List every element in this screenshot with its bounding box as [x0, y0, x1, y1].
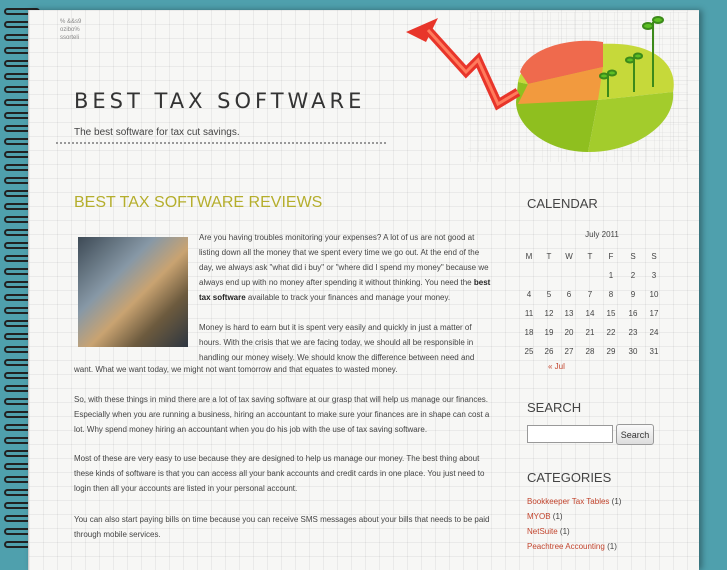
category-item: MYOB (1) — [527, 509, 621, 524]
calendar-day: 14 — [585, 309, 595, 318]
search-button[interactable]: Search — [616, 424, 654, 445]
calendar-day: 26 — [544, 347, 554, 356]
post-text: available to track your finances and man… — [245, 293, 451, 302]
calendar-day-header: F — [608, 252, 614, 261]
header-scribble: % &&s9 ozibo% ssorteli — [60, 18, 81, 42]
calendar-day: 28 — [585, 347, 595, 356]
calendar-day: 25 — [524, 347, 534, 356]
calendar-day: 22 — [606, 328, 616, 337]
calendar-day-header: T — [546, 252, 552, 261]
category-item: NetSuite (1) — [527, 524, 621, 539]
search-title: SEARCH — [527, 400, 582, 415]
calendar-day: 16 — [628, 309, 638, 318]
post-text: Are you having troubles monitoring your … — [199, 233, 489, 287]
scribble-line: % &&s9 — [60, 19, 82, 25]
categories-list: Bookkeeper Tax Tables (1) MYOB (1) NetSu… — [527, 494, 621, 554]
calendar-day-header: M — [525, 252, 533, 261]
calendar-day: 15 — [606, 309, 616, 318]
calendar-day: 20 — [564, 328, 574, 337]
category-link[interactable]: Peachtree Accounting — [527, 542, 605, 551]
calendar-day: 7 — [587, 290, 593, 299]
calendar-day: 8 — [608, 290, 614, 299]
calendar-day: 21 — [585, 328, 595, 337]
pie-chart-with-rising-arrow-icon — [406, 12, 688, 162]
calendar-day: 30 — [628, 347, 638, 356]
category-item: Bookkeeper Tax Tables (1) — [527, 494, 621, 509]
calendar-day: 17 — [649, 309, 659, 318]
calendar-day: 12 — [544, 309, 554, 318]
search-input[interactable] — [527, 425, 613, 443]
calendar-day-header: S — [651, 252, 657, 261]
calendar-day: 27 — [564, 347, 574, 356]
post-paragraph: Most of these are very easy to use becau… — [74, 454, 485, 493]
category-count: (1) — [552, 512, 563, 521]
calendar-day-header: T — [587, 252, 593, 261]
calendar-day-header: S — [630, 252, 636, 261]
category-count: (1) — [559, 527, 570, 536]
calendar-caption: July 2011 — [585, 230, 619, 239]
calendar-day: 6 — [566, 290, 572, 299]
post-paragraph: Money is hard to earn but it is spent ve… — [199, 323, 475, 362]
calendar-day: 2 — [630, 271, 636, 280]
calendar-day: 13 — [564, 309, 574, 318]
calendar-day: 29 — [606, 347, 616, 356]
category-link[interactable]: NetSuite — [527, 527, 558, 536]
money-stack-photo — [78, 237, 188, 347]
site-tagline: The best software for tax cut savings. — [74, 127, 240, 138]
scribble-line: ssorteli — [60, 35, 80, 41]
post-title[interactable]: BEST TAX SOFTWARE REVIEWS — [74, 194, 322, 212]
calendar-day: 19 — [544, 328, 554, 337]
calendar-day: 11 — [524, 309, 534, 318]
calendar-day: 9 — [630, 290, 636, 299]
category-link[interactable]: Bookkeeper Tax Tables — [527, 497, 609, 506]
category-count: (1) — [607, 542, 617, 551]
category-count: (1) — [611, 497, 622, 506]
calendar-prev-link[interactable]: « Jul — [548, 362, 565, 371]
calendar-day: 1 — [608, 271, 614, 280]
calendar-day: 23 — [628, 328, 638, 337]
site-title[interactable]: BEST TAX SOFTWARE — [74, 89, 365, 113]
header-divider — [56, 142, 386, 144]
post-paragraph: Are you having troubles monitoring your … — [199, 230, 494, 305]
calendar-day: 5 — [546, 290, 552, 299]
calendar-day: 31 — [649, 347, 659, 356]
calendar-title: CALENDAR — [527, 196, 598, 211]
post-paragraph: want. What we want today, we might not w… — [74, 365, 398, 374]
post-paragraph: So, with these things in mind there are … — [74, 395, 490, 434]
post-paragraph: You can also start paying bills on time … — [74, 515, 490, 539]
calendar-day: 3 — [651, 271, 657, 280]
calendar-day: 10 — [649, 290, 659, 299]
categories-title: CATEGORIES — [527, 470, 612, 485]
category-link[interactable]: MYOB — [527, 512, 551, 521]
scribble-line: ozibo% — [60, 27, 80, 33]
category-item: Peachtree Accounting (1) — [527, 539, 621, 554]
calendar-day: 4 — [526, 290, 532, 299]
calendar-day-header: W — [565, 252, 573, 261]
calendar-day: 18 — [524, 328, 534, 337]
calendar-day: 24 — [649, 328, 659, 337]
